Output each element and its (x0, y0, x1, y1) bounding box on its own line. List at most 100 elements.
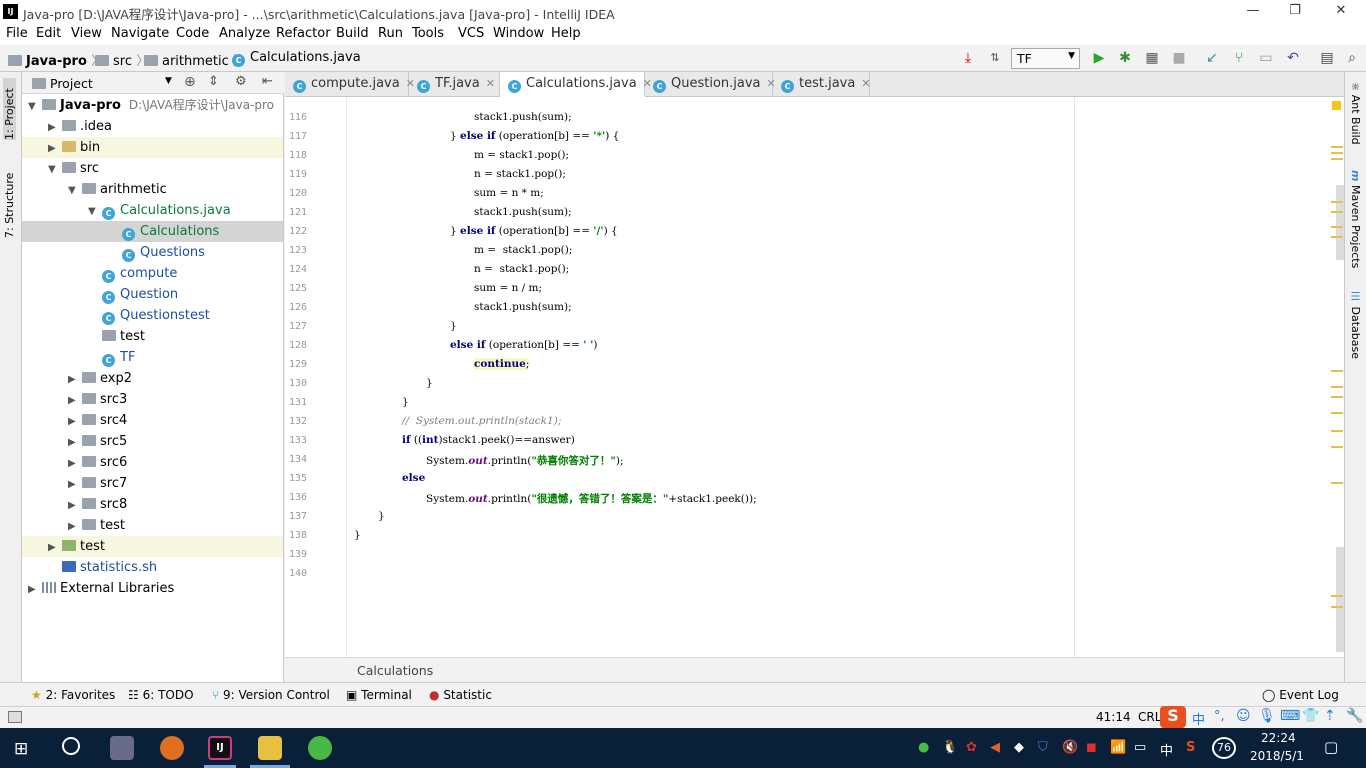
coverage-icon[interactable]: ▦ (1143, 49, 1161, 67)
revert-icon[interactable]: ↶ (1284, 49, 1302, 67)
tree-item[interactable]: C TF (22, 347, 283, 368)
tab-test[interactable]: Ctest.java ✕ (773, 72, 871, 97)
menu-code[interactable]: Code (176, 26, 209, 41)
chevron-right-icon[interactable]: ▶ (68, 495, 82, 516)
inspection-status-icon[interactable] (1332, 101, 1341, 110)
locate-icon[interactable]: ⊕ (184, 74, 196, 90)
hide-panel-icon[interactable]: ⇤ (262, 74, 273, 89)
voice-icon[interactable]: 🎙 (1258, 708, 1276, 724)
breadcrumb-file[interactable]: C Calculations.java (232, 50, 361, 67)
tray-shield-icon[interactable]: ◆ (1014, 740, 1024, 755)
menu-vcs[interactable]: VCS (458, 26, 484, 41)
warning-marker[interactable] (1331, 158, 1343, 160)
editor-scrollbar[interactable] (1335, 97, 1344, 657)
tree-item[interactable]: C Calculations (22, 221, 283, 242)
tree-item[interactable]: ▼ arithmetic (22, 179, 283, 200)
keyboard-icon[interactable]: ⌨ (1280, 708, 1300, 724)
warning-marker[interactable] (1331, 386, 1343, 388)
chevron-right-icon[interactable]: ▶ (28, 579, 42, 600)
tray-sogou-icon[interactable]: S (1186, 740, 1195, 755)
vcs-compare-icon[interactable]: ▭ (1257, 49, 1275, 67)
tray-ime-label[interactable]: 中 (1160, 740, 1173, 759)
menu-run[interactable]: Run (378, 26, 403, 41)
file-explorer-icon[interactable] (258, 736, 282, 760)
tab-tf[interactable]: C TF.java ✕ (409, 72, 500, 97)
tree-item[interactable]: ▶ src3 (22, 389, 283, 410)
tree-item[interactable]: Ccompute (22, 263, 283, 284)
collapse-icon[interactable]: ⇕ (208, 74, 219, 89)
chevron-down-icon[interactable]: ▼ (28, 96, 42, 117)
warning-marker[interactable] (1331, 595, 1343, 597)
run-icon[interactable]: ▶ (1090, 49, 1108, 67)
code-editor[interactable]: 116 117 118 119 120 121 122 123 124 125 126 127 128 1… (285, 97, 1335, 657)
warning-marker[interactable] (1331, 430, 1343, 432)
menu-navigate[interactable]: Navigate (111, 26, 169, 41)
statistic-tool-button[interactable]: ● Statistic (429, 688, 492, 702)
breadcrumb-arithmetic[interactable]: arithmetic 〉 (144, 50, 246, 69)
project-structure-icon[interactable]: ▤ (1318, 49, 1336, 67)
chevron-right-icon[interactable]: ▶ (68, 453, 82, 474)
chevron-down-icon[interactable]: ▼ (48, 159, 62, 180)
project-tool-tab[interactable]: 1: Project (3, 78, 16, 140)
warning-marker[interactable] (1331, 211, 1343, 213)
gear-icon[interactable]: ⚙ (235, 74, 247, 89)
tray-360-icon[interactable]: ● (918, 740, 929, 755)
volume-muted-icon[interactable]: 🔇 (1062, 740, 1078, 755)
chevron-right-icon[interactable]: ▶ (48, 117, 62, 138)
chevron-down-icon[interactable]: ▼ (88, 201, 102, 222)
editor-breadcrumb-class[interactable]: Calculations (357, 663, 433, 678)
menu-file[interactable]: File (6, 26, 28, 41)
tab-compute[interactable]: Ccompute.java ✕ (285, 72, 415, 97)
warning-marker[interactable] (1331, 412, 1343, 414)
caret-position[interactable]: 41:14 (1096, 710, 1131, 724)
tree-item[interactable]: ▶ src4 (22, 410, 283, 431)
chevron-right-icon[interactable]: ▶ (48, 138, 62, 159)
tree-item[interactable]: ▶ bin (22, 137, 283, 158)
warning-marker[interactable] (1331, 446, 1343, 448)
favorites-tool-button[interactable]: ★ 2: Favorites (31, 688, 115, 702)
tree-item[interactable]: ▶ test (22, 515, 283, 536)
clock-date[interactable]: 2018/5/1 (1250, 749, 1304, 763)
warning-marker[interactable] (1331, 370, 1343, 372)
close-icon[interactable]: ✕ (861, 77, 870, 90)
tray-score-badge[interactable]: 76 (1212, 737, 1236, 759)
warning-marker[interactable] (1331, 482, 1343, 484)
tree-item[interactable]: ▼ Java-pro D:\JAVA程序设计\Java-pro (22, 95, 283, 116)
clock-time[interactable]: 22:24 (1261, 731, 1296, 745)
tab-question[interactable]: C Question.java ✕ (645, 72, 776, 97)
debug-icon[interactable]: ✱ (1116, 49, 1134, 67)
warning-marker[interactable] (1331, 236, 1343, 238)
vcs-update-icon[interactable]: ↙ (1203, 49, 1221, 67)
tree-item[interactable]: ▼ C Calculations.java (22, 200, 283, 221)
tree-item[interactable]: test (22, 326, 283, 347)
menu-view[interactable]: View (71, 26, 102, 41)
tree-item[interactable]: C Questionstest (22, 305, 283, 326)
tree-item[interactable]: ▼ src (22, 158, 283, 179)
chevron-right-icon[interactable]: ▶ (68, 369, 82, 390)
windows-start-icon[interactable]: ⊞ (14, 739, 28, 759)
restore-button[interactable]: ❐ (1285, 2, 1305, 20)
project-view-select[interactable]: Project (32, 76, 93, 91)
menu-build[interactable]: Build (336, 26, 369, 41)
menu-refactor[interactable]: Refactor (276, 26, 331, 41)
version-control-tool-button[interactable]: ⑂ 9: Version Control (212, 688, 330, 702)
tab-calculations[interactable]: C Calculations.java ✕ (500, 72, 652, 97)
tray-app-icon[interactable]: ✿ (966, 740, 977, 755)
paint-app-icon[interactable] (110, 736, 134, 760)
warning-marker[interactable] (1331, 606, 1343, 608)
tree-item[interactable]: statistics.sh (22, 557, 283, 578)
chevron-right-icon[interactable]: ▶ (48, 537, 62, 558)
maven-tool-tab[interactable]: m Maven Projects (1349, 170, 1362, 268)
punctuation-icon[interactable]: °, (1214, 709, 1225, 724)
run-config-select[interactable]: TF ▼ (1011, 48, 1080, 69)
breadcrumb-src[interactable]: src 〉 (95, 50, 149, 69)
sogou-ime-icon[interactable]: S (1160, 706, 1186, 728)
menu-analyze[interactable]: Analyze (219, 26, 270, 41)
todo-tool-button[interactable]: ☷ 6: TODO (128, 688, 194, 702)
tray-red-app-icon[interactable]: ◼ (1086, 740, 1097, 755)
chevron-right-icon[interactable]: ▶ (68, 474, 82, 495)
chevron-right-icon[interactable]: ▶ (68, 516, 82, 537)
warning-marker[interactable] (1331, 226, 1343, 228)
emoji-icon[interactable]: ☺ (1236, 708, 1251, 724)
tree-item[interactable]: ▶ test (22, 536, 283, 557)
